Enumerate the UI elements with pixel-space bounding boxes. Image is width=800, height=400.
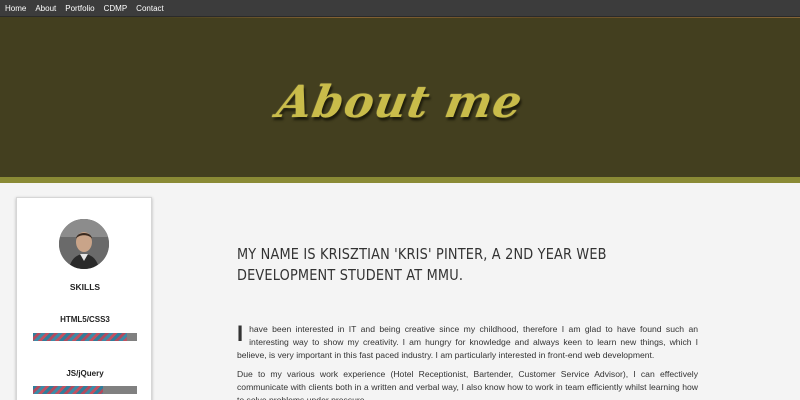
about-paragraph-1-text: have been interested in IT and being cre… [237, 324, 698, 360]
profile-photo-icon [59, 219, 109, 269]
skill-bar-js-jquery [33, 386, 137, 394]
drop-cap: I [237, 321, 244, 346]
hero-divider [0, 177, 800, 183]
skills-heading: SKILLS [69, 282, 101, 292]
skill-bar-fill-html-css [33, 333, 127, 341]
about-paragraph-1: Ihave been interested in IT and being cr… [237, 323, 698, 362]
nav-link-portfolio[interactable]: Portfolio [65, 4, 94, 13]
intro-heading: My name is Krisztian 'Kris' Pinter, a 2n… [237, 245, 607, 284]
about-paragraph-2: Due to my various work experience (Hotel… [237, 369, 698, 400]
avatar [59, 219, 109, 269]
skill-bar-html-css [33, 333, 137, 341]
nav-link-home[interactable]: Home [5, 4, 26, 13]
hero-banner: About me [0, 17, 800, 177]
profile-card: SKILLS HTML5/CSS3 JS/jQuery [16, 197, 152, 400]
top-nav: Home About Portfolio CDMP Contact [0, 0, 800, 17]
skill-bar-fill-js-jquery [33, 386, 103, 394]
hero-title: About me [273, 77, 527, 128]
nav-link-about[interactable]: About [35, 4, 56, 13]
skill-label-js-jquery: JS/jQuery [66, 369, 104, 378]
nav-link-contact[interactable]: Contact [136, 4, 164, 13]
nav-link-cdmp[interactable]: CDMP [104, 4, 128, 13]
skill-label-html-css: HTML5/CSS3 [60, 315, 110, 324]
